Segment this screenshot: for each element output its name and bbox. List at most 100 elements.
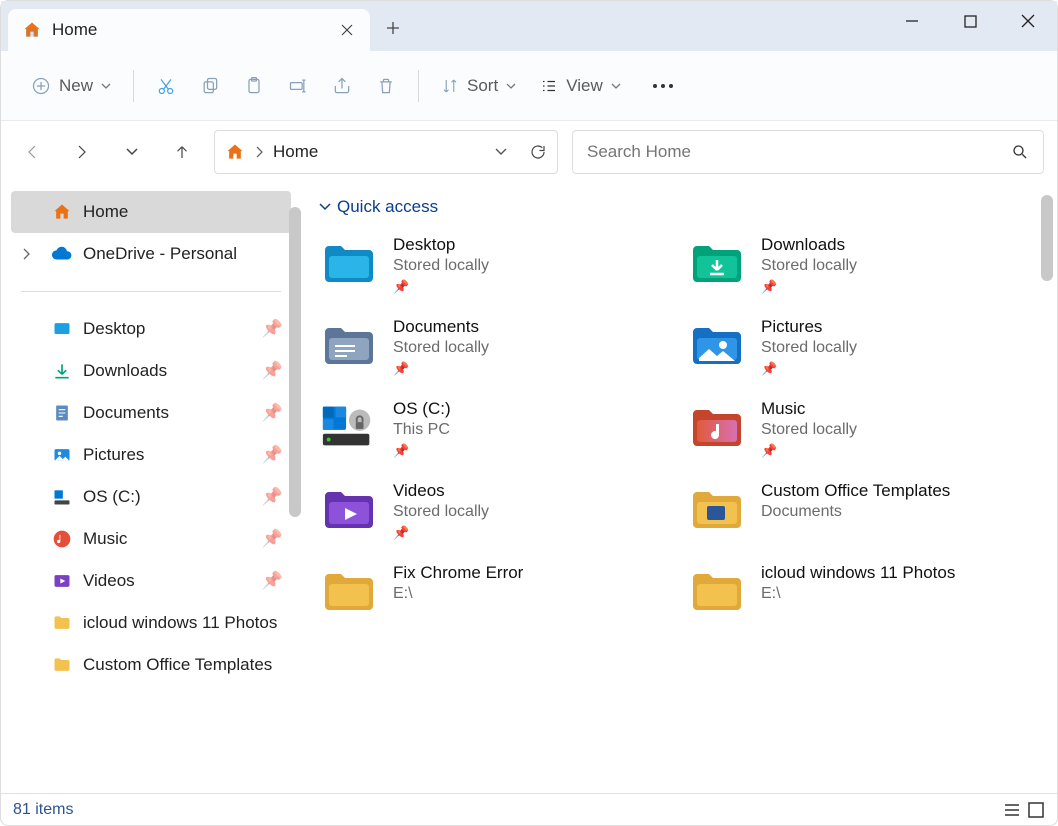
pin-icon: 📌 bbox=[761, 361, 857, 377]
new-button[interactable]: New bbox=[21, 64, 121, 108]
folder-icon bbox=[51, 612, 73, 634]
toolbar: New Sort View bbox=[1, 51, 1057, 121]
item-downloads[interactable]: DownloadsStored locally📌 bbox=[687, 235, 1039, 295]
item-videos[interactable]: VideosStored locally📌 bbox=[319, 481, 671, 541]
folder-icon bbox=[319, 563, 379, 617]
close-tab-icon[interactable] bbox=[338, 21, 356, 39]
new-tab-button[interactable] bbox=[370, 5, 416, 51]
item-pictures[interactable]: PicturesStored locally📌 bbox=[687, 317, 1039, 377]
pin-icon: 📌 bbox=[262, 571, 283, 591]
pin-icon: 📌 bbox=[262, 445, 283, 465]
sort-icon bbox=[441, 77, 459, 95]
separator bbox=[133, 70, 134, 102]
video-icon bbox=[51, 570, 73, 592]
content-pane: Quick access DesktopStored locally📌 Down… bbox=[301, 183, 1057, 793]
maximize-button[interactable] bbox=[941, 1, 999, 41]
sidebar-item-os-c[interactable]: OS (C:)📌 bbox=[1, 476, 301, 518]
content-scrollbar[interactable] bbox=[1041, 195, 1053, 281]
search-bar[interactable] bbox=[572, 130, 1044, 174]
sidebar-scrollbar[interactable] bbox=[289, 207, 301, 517]
item-music[interactable]: MusicStored locally📌 bbox=[687, 399, 1039, 459]
address-bar[interactable]: Home bbox=[214, 130, 558, 174]
breadcrumb-sep bbox=[255, 146, 263, 158]
delete-button[interactable] bbox=[366, 64, 406, 108]
folder-downloads-icon bbox=[687, 235, 747, 289]
item-fix-chrome[interactable]: Fix Chrome ErrorE:\ bbox=[319, 563, 671, 617]
view-icon bbox=[540, 77, 558, 95]
sort-button[interactable]: Sort bbox=[431, 64, 526, 108]
sidebar-item-downloads[interactable]: Downloads📌 bbox=[1, 350, 301, 392]
pin-icon: 📌 bbox=[761, 443, 857, 459]
item-templates[interactable]: Custom Office TemplatesDocuments bbox=[687, 481, 1039, 541]
up-button[interactable] bbox=[164, 134, 200, 170]
items-grid: DesktopStored locally📌 DownloadsStored l… bbox=[319, 235, 1039, 617]
sidebar-item-onedrive[interactable]: OneDrive - Personal bbox=[1, 233, 301, 275]
folder-documents-icon bbox=[319, 317, 379, 371]
chevron-right-icon[interactable] bbox=[21, 248, 31, 260]
details-view-button[interactable] bbox=[1003, 801, 1021, 819]
cut-button[interactable] bbox=[146, 64, 186, 108]
search-icon[interactable] bbox=[1011, 143, 1029, 161]
folder-music-icon bbox=[687, 399, 747, 453]
pin-icon: 📌 bbox=[393, 443, 451, 459]
pin-icon: 📌 bbox=[262, 319, 283, 339]
sidebar-item-desktop[interactable]: Desktop📌 bbox=[1, 308, 301, 350]
address-row: Home bbox=[1, 121, 1057, 183]
separator bbox=[418, 70, 419, 102]
active-tab[interactable]: Home bbox=[8, 9, 370, 51]
pin-icon: 📌 bbox=[393, 279, 489, 295]
paste-button[interactable] bbox=[234, 64, 274, 108]
more-button[interactable] bbox=[643, 64, 683, 108]
title-bar: Home bbox=[1, 1, 1057, 51]
plus-circle-icon bbox=[31, 76, 51, 96]
chevron-down-icon bbox=[506, 83, 516, 89]
sidebar-item-templates[interactable]: Custom Office Templates bbox=[1, 644, 301, 686]
home-icon bbox=[22, 20, 42, 40]
sidebar: Home OneDrive - Personal Desktop📌 Downlo… bbox=[1, 183, 301, 793]
tab-title: Home bbox=[52, 20, 328, 40]
minimize-button[interactable] bbox=[883, 1, 941, 41]
back-button[interactable] bbox=[14, 134, 50, 170]
item-icloud-photos[interactable]: icloud windows 11 PhotosE:\ bbox=[687, 563, 1039, 617]
item-desktop[interactable]: DesktopStored locally📌 bbox=[319, 235, 671, 295]
drive-icon bbox=[319, 399, 379, 453]
sidebar-item-icloud[interactable]: icloud windows 11 Photos bbox=[1, 602, 301, 644]
sidebar-item-home[interactable]: Home bbox=[11, 191, 291, 233]
folder-desktop-icon bbox=[319, 235, 379, 289]
search-input[interactable] bbox=[587, 142, 1011, 162]
home-icon bbox=[225, 142, 245, 162]
rename-button[interactable] bbox=[278, 64, 318, 108]
pin-icon: 📌 bbox=[262, 529, 283, 549]
folder-icon bbox=[687, 563, 747, 617]
cloud-icon bbox=[51, 243, 73, 265]
quick-access-header[interactable]: Quick access bbox=[319, 197, 1039, 217]
sidebar-item-videos[interactable]: Videos📌 bbox=[1, 560, 301, 602]
view-button[interactable]: View bbox=[530, 64, 631, 108]
folder-videos-icon bbox=[319, 481, 379, 535]
forward-button[interactable] bbox=[64, 134, 100, 170]
separator bbox=[21, 291, 281, 292]
item-os-c[interactable]: OS (C:)This PC📌 bbox=[319, 399, 671, 459]
refresh-button[interactable] bbox=[529, 143, 547, 161]
chevron-down-icon bbox=[611, 83, 621, 89]
address-dropdown[interactable] bbox=[495, 148, 507, 156]
pin-icon: 📌 bbox=[761, 279, 857, 295]
main-area: Home OneDrive - Personal Desktop📌 Downlo… bbox=[1, 183, 1057, 793]
pin-icon: 📌 bbox=[262, 361, 283, 381]
sidebar-item-documents[interactable]: Documents📌 bbox=[1, 392, 301, 434]
thumbnails-view-button[interactable] bbox=[1027, 801, 1045, 819]
copy-button[interactable] bbox=[190, 64, 230, 108]
chevron-down-icon bbox=[101, 83, 111, 89]
folder-icon bbox=[687, 481, 747, 535]
pin-icon: 📌 bbox=[393, 525, 489, 541]
recent-dropdown[interactable] bbox=[114, 134, 150, 170]
close-window-button[interactable] bbox=[999, 1, 1057, 41]
sidebar-item-music[interactable]: Music📌 bbox=[1, 518, 301, 560]
breadcrumb[interactable]: Home bbox=[273, 142, 318, 162]
pin-icon: 📌 bbox=[262, 487, 283, 507]
document-icon bbox=[51, 402, 73, 424]
sidebar-item-pictures[interactable]: Pictures📌 bbox=[1, 434, 301, 476]
share-button[interactable] bbox=[322, 64, 362, 108]
item-documents[interactable]: DocumentsStored locally📌 bbox=[319, 317, 671, 377]
picture-icon bbox=[51, 444, 73, 466]
